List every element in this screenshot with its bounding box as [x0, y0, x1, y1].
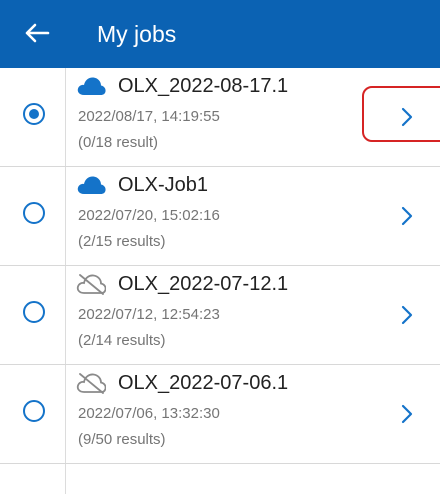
radio-dot [29, 109, 39, 119]
job-radio-selected[interactable] [23, 103, 45, 125]
chevron-right-icon[interactable] [400, 304, 414, 326]
job-name: OLX_2022-07-06.1 [118, 372, 289, 394]
job-date: 2022/07/20, 15:02:16 [78, 207, 220, 224]
cloud-off-icon [76, 274, 106, 295]
divider [65, 464, 66, 494]
job-results: (9/50 results) [78, 431, 166, 448]
job-row[interactable]: OLX_2022-07-12.1 2022/07/12, 12:54:23 (2… [0, 266, 440, 365]
cloud-off-icon [76, 373, 106, 394]
job-name: OLX_2022-07-12.1 [118, 273, 289, 295]
job-row-partial[interactable] [0, 464, 440, 494]
app-header: My jobs [0, 0, 440, 68]
cloud-icon [77, 77, 106, 95]
job-results: (2/15 results) [78, 233, 166, 250]
job-row[interactable]: OLX-Job1 2022/07/20, 15:02:16 (2/15 resu… [0, 167, 440, 266]
job-results: (2/14 results) [78, 332, 166, 349]
chevron-right-icon[interactable] [400, 403, 414, 425]
job-radio[interactable] [23, 202, 45, 224]
cloud-icon [77, 176, 106, 194]
job-date: 2022/08/17, 14:19:55 [78, 108, 220, 125]
job-results: (0/18 result) [78, 134, 159, 151]
divider [65, 266, 66, 364]
job-radio[interactable] [23, 400, 45, 422]
divider [65, 68, 66, 166]
page-title: My jobs [97, 21, 177, 47]
arrow-left-icon [25, 23, 50, 43]
chevron-right-icon[interactable] [400, 205, 414, 227]
job-date: 2022/07/06, 13:32:30 [78, 405, 220, 422]
job-date: 2022/07/12, 12:54:23 [78, 306, 220, 323]
back-button[interactable] [22, 18, 76, 54]
job-row[interactable]: OLX_2022-07-06.1 2022/07/06, 13:32:30 (9… [0, 365, 440, 464]
divider [65, 365, 66, 463]
job-list: OLX_2022-08-17.1 2022/08/17, 14:19:55 (0… [0, 68, 440, 494]
job-name: OLX-Job1 [118, 174, 209, 196]
job-row[interactable]: OLX_2022-08-17.1 2022/08/17, 14:19:55 (0… [0, 68, 440, 167]
divider [65, 167, 66, 265]
job-name: OLX_2022-08-17.1 [118, 75, 289, 97]
job-radio[interactable] [23, 301, 45, 323]
chevron-right-icon[interactable] [400, 106, 414, 128]
